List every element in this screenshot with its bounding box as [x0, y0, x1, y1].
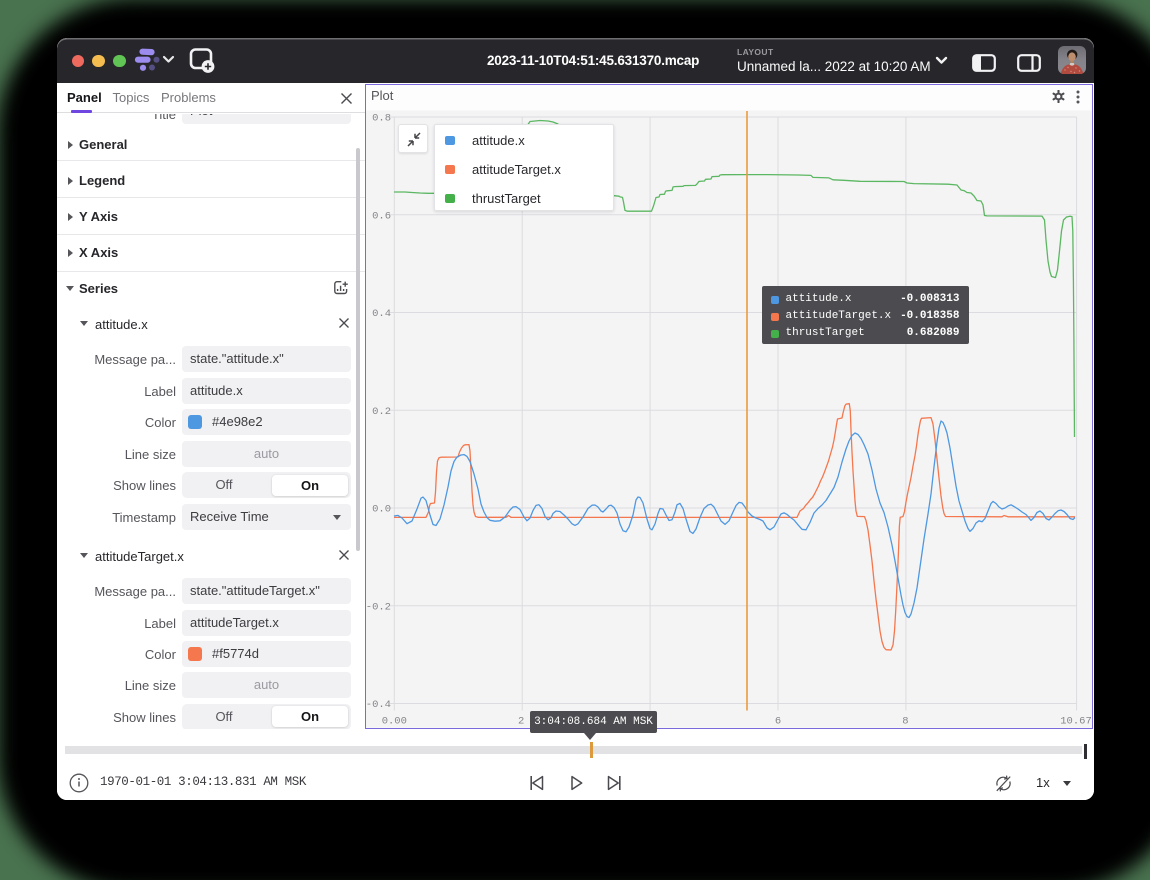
svg-text:8: 8 — [902, 716, 908, 728]
svg-text:0.0: 0.0 — [372, 504, 391, 516]
svg-text:2: 2 — [518, 716, 524, 728]
svg-text:-0.2: -0.2 — [366, 601, 391, 613]
svg-text:6: 6 — [775, 716, 781, 728]
svg-text:0.6: 0.6 — [372, 210, 391, 222]
svg-text:0.2: 0.2 — [372, 406, 391, 418]
svg-text:-0.4: -0.4 — [366, 699, 391, 711]
svg-text:0.00: 0.00 — [382, 716, 407, 728]
svg-text:10.67: 10.67 — [1060, 716, 1091, 728]
svg-text:0.8: 0.8 — [372, 113, 391, 125]
svg-text:0.4: 0.4 — [372, 308, 391, 320]
